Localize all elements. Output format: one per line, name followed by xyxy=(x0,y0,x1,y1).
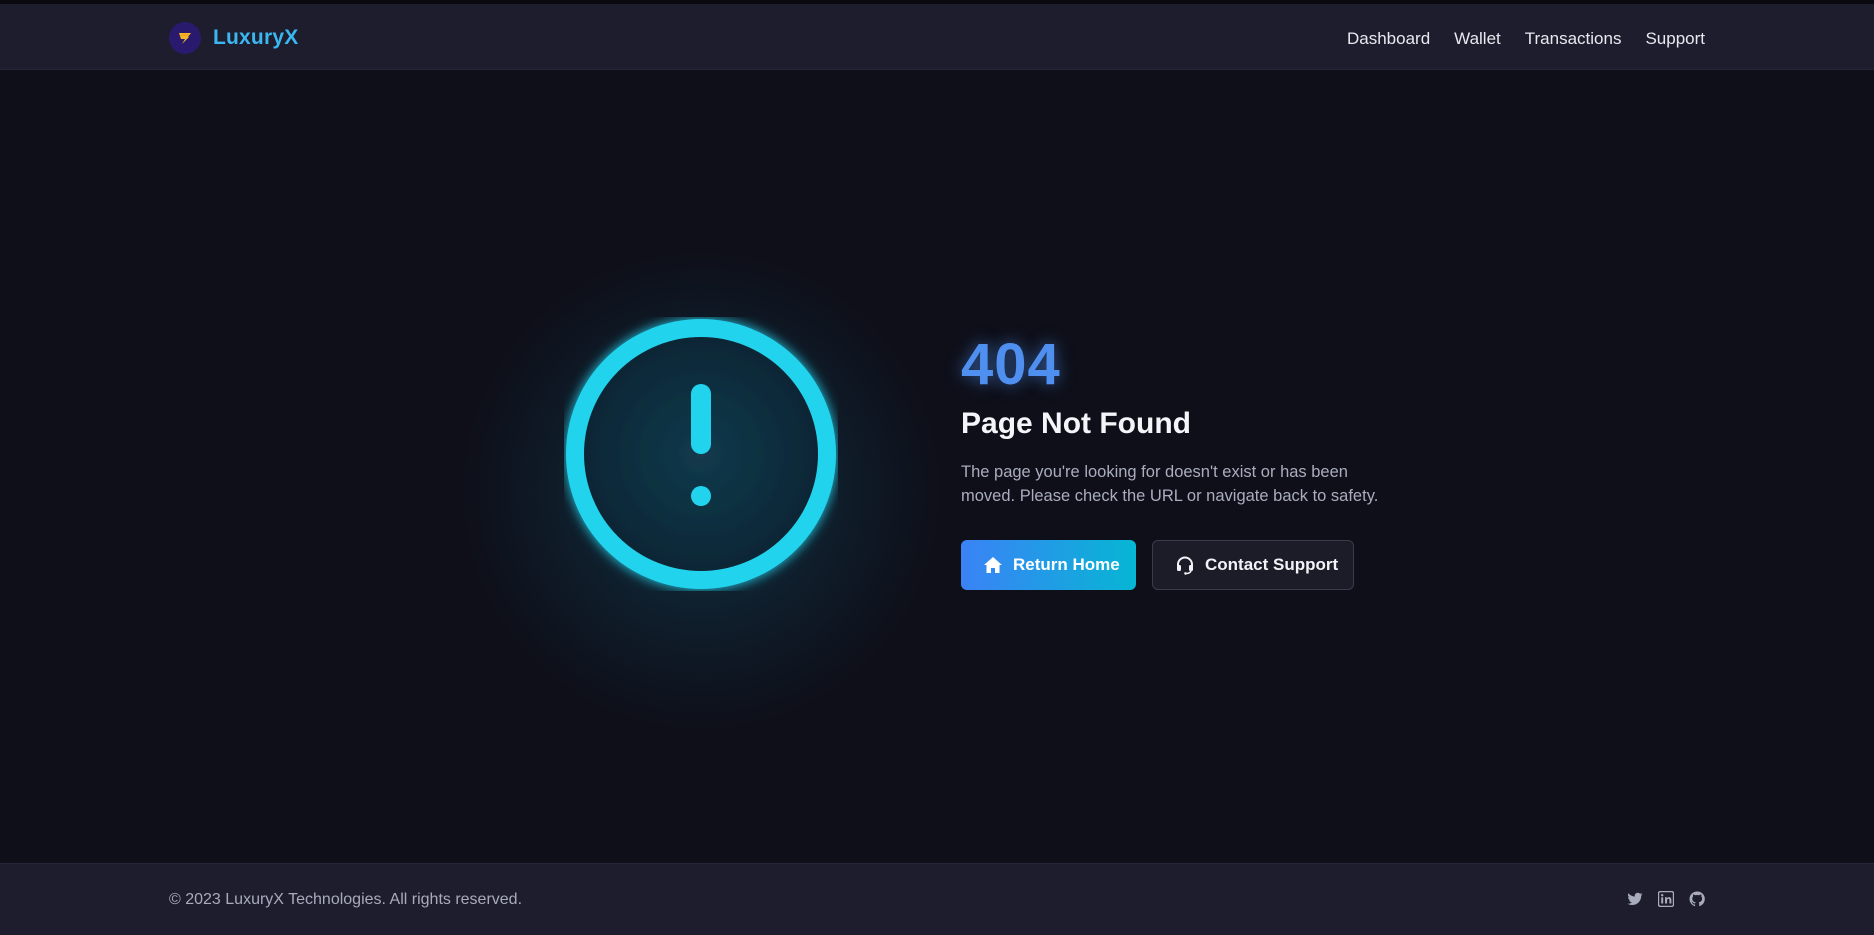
nav-support[interactable]: Support xyxy=(1645,29,1705,49)
twitter-icon[interactable] xyxy=(1627,891,1643,907)
error-actions: Return Home Contact Support xyxy=(961,540,1421,590)
linkedin-icon[interactable] xyxy=(1658,891,1674,907)
copyright-text: © 2023 LuxuryX Technologies. All rights … xyxy=(169,891,523,908)
contact-support-button[interactable]: Contact Support xyxy=(1152,540,1354,590)
nav-dashboard[interactable]: Dashboard xyxy=(1347,29,1430,49)
social-links xyxy=(1627,891,1705,907)
main-content: 404 Page Not Found The page you're looki… xyxy=(0,70,1874,863)
brand-name: LuxuryX xyxy=(213,26,299,49)
return-home-button[interactable]: Return Home xyxy=(961,540,1136,590)
lightning-logo-icon xyxy=(169,22,201,54)
nav-wallet[interactable]: Wallet xyxy=(1454,29,1501,49)
error-content: 404 Page Not Found The page you're looki… xyxy=(961,332,1421,590)
error-title: Page Not Found xyxy=(961,407,1191,440)
error-description: The page you're looking for doesn't exis… xyxy=(961,463,1379,505)
return-home-label: Return Home xyxy=(1013,555,1120,574)
home-icon xyxy=(983,556,1003,574)
page-footer: © 2023 LuxuryX Technologies. All rights … xyxy=(0,863,1874,935)
nav-transactions[interactable]: Transactions xyxy=(1525,29,1622,49)
exclamation-circle-icon xyxy=(566,319,836,589)
contact-support-label: Contact Support xyxy=(1205,555,1339,574)
top-navbar: LuxuryX Dashboard Wallet Transactions Su… xyxy=(0,0,1874,70)
main-nav: Dashboard Wallet Transactions Support xyxy=(1347,22,1705,56)
error-page: LuxuryX Dashboard Wallet Transactions Su… xyxy=(0,0,1874,935)
error-code: 404 xyxy=(961,332,1061,397)
brand-link[interactable]: LuxuryX xyxy=(169,21,298,55)
headset-icon xyxy=(1175,555,1195,575)
github-icon[interactable] xyxy=(1689,891,1705,907)
